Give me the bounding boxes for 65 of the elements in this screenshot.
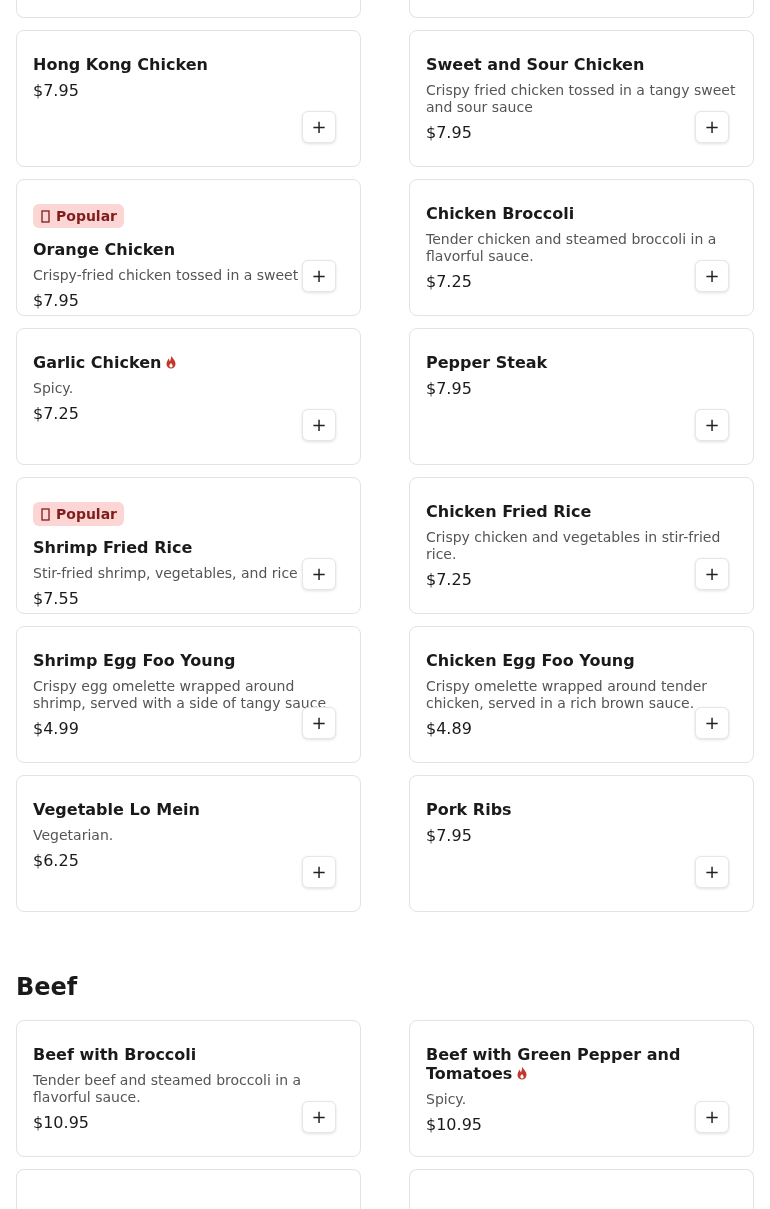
- item-price: $4.89: [426, 719, 472, 738]
- item-name: Beef with Green Pepper and Tomatoes: [426, 1045, 681, 1083]
- item-description: Tender beef and steamed broccoli in a flavorful sauce.: [33, 1072, 303, 1106]
- box-icon: [41, 507, 50, 521]
- add-button[interactable]: +: [695, 110, 729, 143]
- add-button[interactable]: +: [695, 557, 729, 590]
- menu-item-card[interactable]: Popular Shrimp Fried Rice Stir-fried shrimp, vegetables, and rice $7.55 +: [16, 477, 361, 614]
- item-name: Garlic Chicken: [33, 353, 162, 372]
- item-price: $7.25: [426, 570, 472, 589]
- item-price: $10.95: [33, 1113, 89, 1132]
- menu-item-card[interactable]: Chicken Fried Rice Crispy chicken and vegetables in stir-fried rice. $7.25 +: [409, 477, 754, 614]
- add-button[interactable]: +: [695, 259, 729, 292]
- item-name: Orange Chicken: [33, 240, 176, 259]
- item-name: Sweet and Sour Chicken: [426, 55, 645, 74]
- item-price: $7.95: [426, 826, 472, 845]
- menu-item-card[interactable]: Beef with Broccoli Tender beef and steamed broccoli in a flavorful sauce. $10.95 +: [16, 1020, 361, 1157]
- item-description: Stir-fried shrimp, vegetables, and rice: [33, 565, 298, 582]
- add-button[interactable]: +: [302, 110, 336, 143]
- item-price: $7.25: [33, 404, 79, 423]
- menu-item-card[interactable]: Chicken Broccoli Tender chicken and steamed broccoli in a flavorful sauce. $7.25 +: [409, 179, 754, 316]
- menu-item-card[interactable]: Garlic Chicken Spicy. $7.25 +: [16, 328, 361, 465]
- menu-item-card[interactable]: Vegetable Lo Mein Vegetarian. $6.25 +: [16, 775, 361, 912]
- menu-item-card[interactable]: Sweet and Sour Chicken Crispy fried chicken tossed in a tangy sweet and sour sauce $7.95 +: [409, 30, 754, 167]
- add-button[interactable]: +: [302, 557, 336, 590]
- add-button[interactable]: +: [695, 706, 729, 739]
- add-button[interactable]: +: [695, 855, 729, 888]
- item-name: Pepper Steak: [426, 353, 548, 372]
- item-name: Hong Kong Chicken: [33, 55, 208, 74]
- box-icon: [41, 209, 50, 223]
- menu-item-card[interactable]: Beef with Green Pepper and Tomatoes Spicy. $10.95 +: [409, 1020, 754, 1157]
- add-button[interactable]: +: [302, 408, 336, 441]
- item-price: $7.95: [33, 291, 79, 310]
- item-price: $7.95: [426, 123, 472, 142]
- menu-item-card[interactable]: Popular Orange Chicken Crispy-fried chicken tossed in a sweet $7.95 +: [16, 179, 361, 316]
- item-price: $10.95: [426, 1115, 482, 1134]
- add-button[interactable]: +: [302, 1100, 336, 1133]
- item-price: $7.95: [426, 379, 472, 398]
- item-name: Beef with Broccoli: [33, 1045, 197, 1064]
- item-name: Chicken Fried Rice: [426, 502, 592, 521]
- item-name: Chicken Broccoli: [426, 204, 575, 223]
- menu-item-card[interactable]: Pepper Steak $7.95 +: [409, 328, 754, 465]
- item-name: Pork Ribs: [426, 800, 512, 819]
- item-name: Chicken Egg Foo Young: [426, 651, 635, 670]
- item-description: Spicy.: [426, 1091, 467, 1108]
- add-button[interactable]: +: [302, 259, 336, 292]
- item-description: Spicy.: [33, 380, 74, 397]
- badge-label: Popular: [56, 506, 118, 522]
- item-description: Vegetarian.: [33, 827, 114, 844]
- item-price: $6.25: [33, 851, 79, 870]
- item-name: Shrimp Fried Rice: [33, 538, 193, 557]
- menu-item-card[interactable]: Pork Ribs $7.95 +: [409, 775, 754, 912]
- item-name: Vegetable Lo Mein: [33, 800, 200, 819]
- section-heading: Beef: [16, 974, 79, 1000]
- add-button[interactable]: +: [695, 408, 729, 441]
- item-price: $7.55: [33, 589, 79, 608]
- item-price: $7.25: [426, 272, 472, 291]
- menu-item-card[interactable]: Chicken Egg Foo Young Crispy omelette wrapped around tender chicken, served in a rich brown sauce. $4.89 +: [409, 626, 754, 763]
- item-price: $7.95: [33, 81, 79, 100]
- badge-label: Popular: [56, 208, 118, 224]
- add-button[interactable]: +: [695, 1100, 729, 1133]
- item-price: $4.99: [33, 719, 79, 738]
- add-button[interactable]: +: [302, 855, 336, 888]
- menu-item-card[interactable]: Hong Kong Chicken $7.95 +: [16, 30, 361, 167]
- item-description: Crispy-fried chicken tossed in a sweet: [33, 267, 299, 284]
- item-name: Shrimp Egg Foo Young: [33, 651, 236, 670]
